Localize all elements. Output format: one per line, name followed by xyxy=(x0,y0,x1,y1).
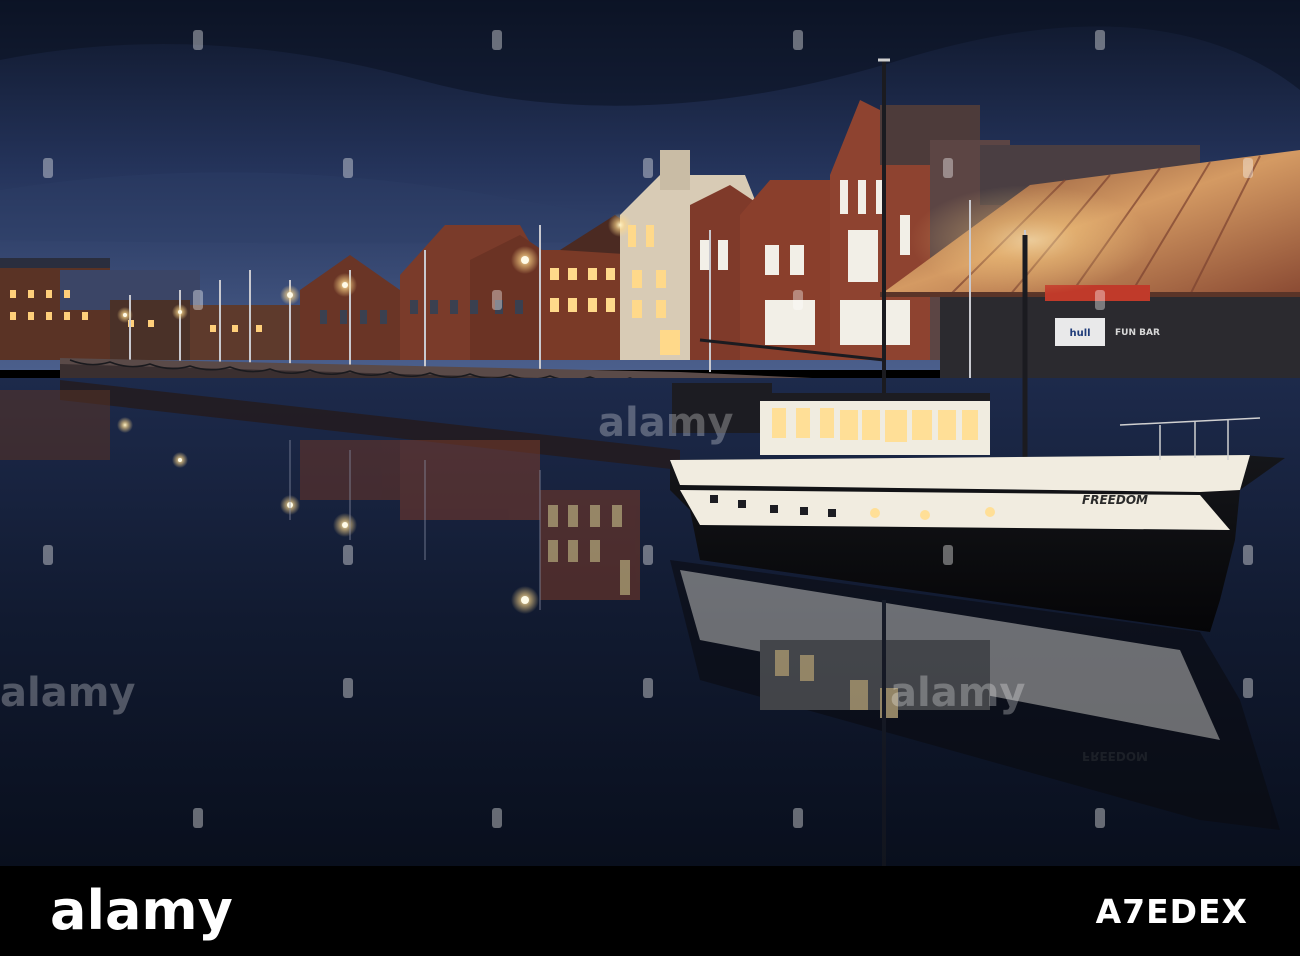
boat-name-reflection: FREEDOM xyxy=(1082,749,1148,763)
photo: hull FUN BAR FREEDOM FREEDOM alamy alamy… xyxy=(0,0,1300,866)
sign-hull: hull xyxy=(1069,328,1090,339)
alamy-logo-text: alamy xyxy=(50,883,233,942)
stage: hull FUN BAR FREEDOM FREEDOM alamy alamy… xyxy=(0,0,1300,956)
harbour-scene: hull FUN BAR FREEDOM FREEDOM alamy alamy… xyxy=(0,0,1300,866)
boat-name-label: FREEDOM xyxy=(1082,493,1148,507)
image-id: A7EDEX xyxy=(1095,892,1248,931)
watermark-2: alamy xyxy=(890,670,1025,716)
sign-fun-bar: FUN BAR xyxy=(1115,328,1160,338)
watermark-3: alamy xyxy=(598,400,733,446)
watermark-1: alamy xyxy=(0,670,135,716)
alamy-logo[interactable]: alamy xyxy=(50,883,300,943)
alamy-logo-mark: alamy xyxy=(50,883,233,942)
